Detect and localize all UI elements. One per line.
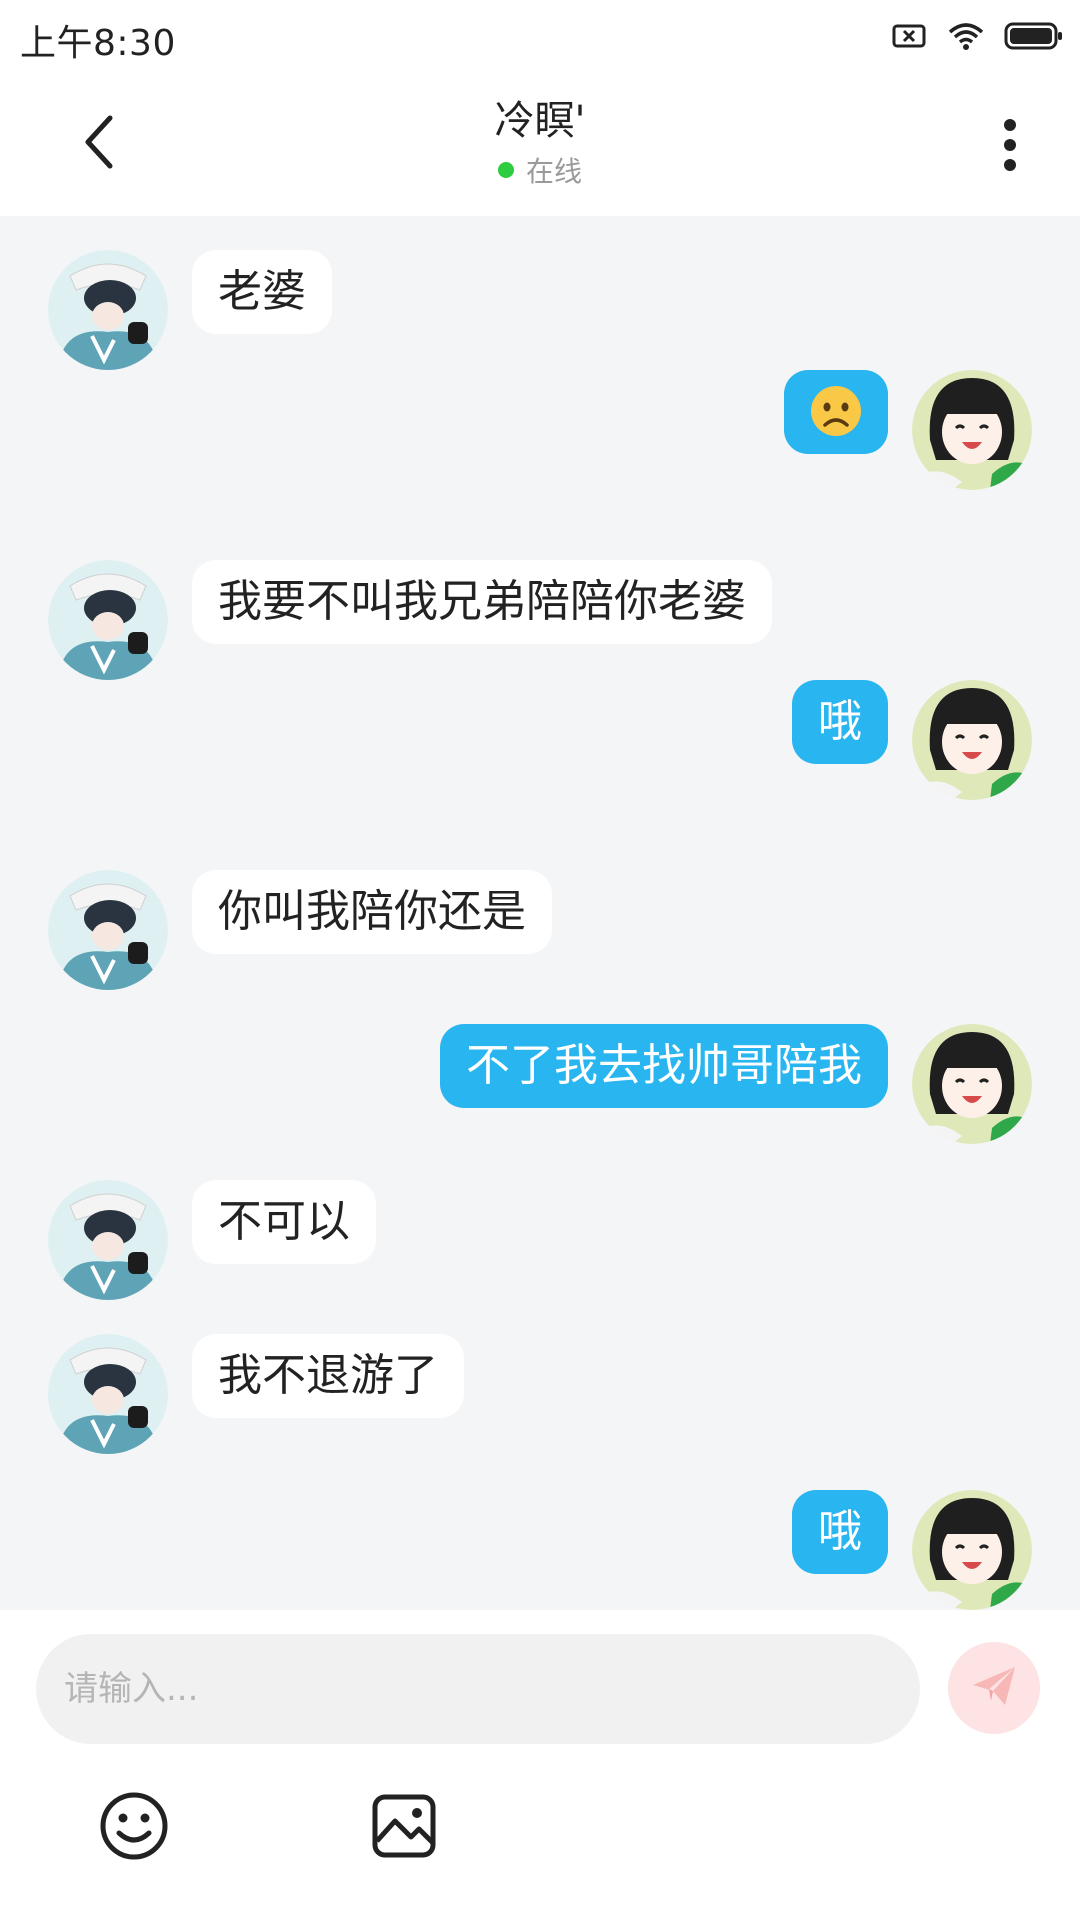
composer: [0, 1610, 1080, 1920]
message-row: 不可以: [0, 1180, 1080, 1300]
more-vertical-icon: [1002, 117, 1018, 177]
emoji-button[interactable]: [96, 1790, 172, 1866]
message-bubble-received[interactable]: 我不退游了: [192, 1334, 464, 1418]
message-bubble-received[interactable]: 我要不叫我兄弟陪陪你老婆: [192, 560, 772, 644]
message-row: 我要不叫我兄弟陪陪你老婆: [0, 560, 1080, 680]
message-bubble-received[interactable]: 你叫我陪你还是: [192, 870, 552, 954]
message-list[interactable]: 老婆 我要不叫我兄弟陪陪你老婆 哦 你叫我陪你还是 不了我去找帅哥陪我 不可以 …: [0, 216, 1080, 1610]
status-time: 上午8:30: [20, 23, 176, 64]
message-bubble-sent[interactable]: 哦: [792, 1490, 888, 1574]
message-bubble-received[interactable]: 老婆: [192, 250, 332, 334]
more-options-button[interactable]: [980, 112, 1040, 182]
message-row: [0, 370, 1080, 490]
user-avatar[interactable]: [912, 1024, 1032, 1144]
image-button[interactable]: [366, 1790, 442, 1866]
send-icon: [969, 1661, 1019, 1715]
contact-name: 冷瞑': [494, 98, 586, 144]
message-row: 老婆: [0, 250, 1080, 370]
user-avatar[interactable]: [912, 680, 1032, 800]
message-row: 我不退游了: [0, 1334, 1080, 1454]
send-button[interactable]: [948, 1642, 1040, 1734]
contact-avatar[interactable]: [48, 560, 168, 680]
online-status: 在线: [497, 150, 582, 190]
wifi-icon: [946, 20, 986, 56]
user-avatar[interactable]: [912, 1490, 1032, 1610]
online-dot-icon: [497, 162, 514, 178]
contact-avatar[interactable]: [48, 870, 168, 990]
contact-avatar[interactable]: [48, 250, 168, 370]
message-bubble-sent[interactable]: [784, 370, 888, 454]
message-input[interactable]: [36, 1634, 920, 1744]
message-row: 你叫我陪你还是: [0, 870, 1080, 990]
status-icons: [892, 18, 1064, 58]
online-status-text: 在线: [525, 155, 582, 188]
message-bubble-sent[interactable]: 哦: [792, 680, 888, 764]
battery-icon: [1004, 21, 1064, 55]
chat-header: 冷瞑' 在线: [0, 76, 1080, 216]
message-bubble-sent[interactable]: 不了我去找帅哥陪我: [440, 1024, 888, 1108]
message-row: 不了我去找帅哥陪我: [0, 1024, 1080, 1144]
contact-info: 冷瞑' 在线: [0, 96, 1080, 190]
message-row: 哦: [0, 680, 1080, 800]
status-bar: 上午8:30: [0, 0, 1080, 76]
contact-avatar[interactable]: [48, 1334, 168, 1454]
user-avatar[interactable]: [912, 370, 1032, 490]
no-sim-icon: [892, 22, 928, 54]
frowning-face-emoji-icon: [808, 386, 864, 437]
message-row: 哦: [0, 1490, 1080, 1610]
image-icon: [369, 1791, 439, 1865]
contact-avatar[interactable]: [48, 1180, 168, 1300]
message-bubble-received[interactable]: 不可以: [192, 1180, 376, 1264]
smiley-icon: [99, 1791, 169, 1865]
